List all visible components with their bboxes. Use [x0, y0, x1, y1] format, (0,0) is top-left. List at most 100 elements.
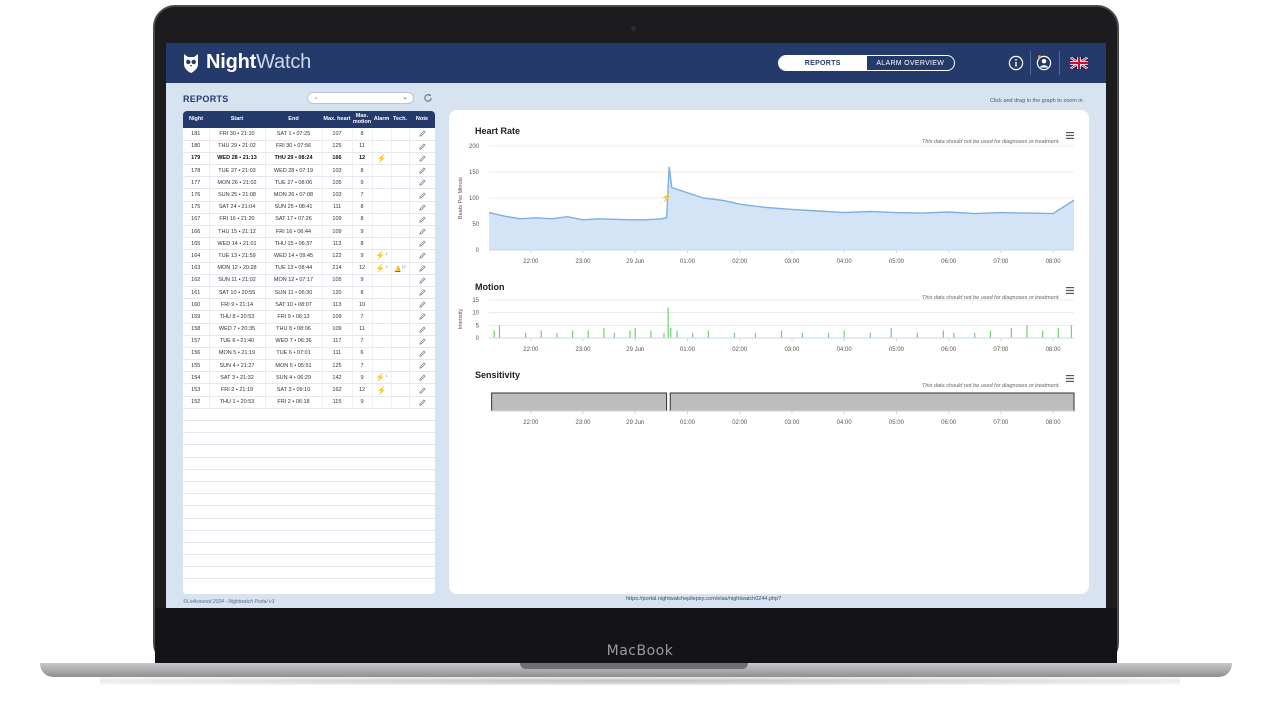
- note-cell[interactable]: [409, 249, 435, 263]
- edit-note-icon[interactable]: [418, 179, 426, 186]
- note-cell[interactable]: [409, 323, 435, 336]
- edit-note-icon[interactable]: [418, 289, 426, 296]
- table-row[interactable]: 152 THU 1 • 20:53 FRI 2 • 06:18 115 9: [183, 396, 435, 409]
- table-row[interactable]: 166 THU 15 • 21:12 FRI 16 • 06:44 109 9: [183, 225, 435, 239]
- table-row[interactable]: 181 FRI 30 • 21:10 SAT 1 • 07:25 107 8: [183, 128, 435, 141]
- table-row[interactable]: 163 MON 12 • 20:28 TUE 13 • 08:44 214 12 ⚡2 🔔1…: [183, 262, 435, 275]
- table-row[interactable]: 160 FRI 9 • 21:14 SAT 10 • 08:07 113 10: [183, 298, 435, 312]
- edit-note-icon[interactable]: [418, 399, 426, 406]
- edit-note-icon[interactable]: [418, 252, 426, 260]
- table-row[interactable]: 179 WED 28 • 21:13 THU 29 • 08:24 166 12 ⚡: [183, 152, 435, 166]
- edit-note-icon[interactable]: [418, 167, 426, 174]
- note-cell[interactable]: [409, 213, 435, 227]
- empty-cell: [409, 481, 435, 495]
- note-cell[interactable]: [409, 201, 435, 214]
- note-cell[interactable]: [409, 274, 435, 287]
- app-logo[interactable]: NightWatch: [182, 51, 311, 74]
- note-cell[interactable]: [409, 152, 435, 166]
- edit-note-icon[interactable]: [418, 130, 426, 137]
- column-header[interactable]: Alarm: [372, 111, 391, 128]
- alarm-cell: ⚡1: [372, 371, 392, 385]
- edit-note-icon[interactable]: [418, 240, 426, 247]
- edit-note-icon[interactable]: [418, 326, 426, 333]
- start-cell: MON 26 • 21:02: [209, 176, 266, 190]
- note-cell[interactable]: [409, 286, 435, 300]
- edit-note-icon[interactable]: [418, 191, 426, 199]
- note-cell[interactable]: [409, 225, 435, 239]
- note-cell[interactable]: [409, 164, 435, 178]
- column-header[interactable]: End: [265, 111, 322, 128]
- table-row[interactable]: 154 SAT 3 • 21:32 SUN 4 • 06:29 142 9 ⚡1: [183, 371, 435, 385]
- max-motion-cell: 8: [352, 128, 373, 141]
- tab-alarm-overview[interactable]: ALARM OVERVIEW: [867, 56, 955, 70]
- edit-note-icon[interactable]: [418, 338, 426, 345]
- table-row[interactable]: 165 WED 14 • 21:01 THU 15 • 06:37 113 8: [183, 237, 435, 251]
- alarm-cell: [372, 201, 392, 214]
- table-row[interactable]: 156 MON 5 • 21:19 TUE 6 • 07:01 111 6: [183, 347, 435, 361]
- note-cell[interactable]: [409, 188, 435, 202]
- patient-select[interactable]: ⌄ ⌄: [307, 92, 414, 104]
- note-cell[interactable]: [409, 383, 435, 397]
- column-header[interactable]: Tech.: [391, 111, 409, 128]
- column-header[interactable]: Start: [209, 111, 265, 128]
- table-row[interactable]: 175 SAT 24 • 21:04 SUN 25 • 08:41 111 8: [183, 201, 435, 214]
- table-row[interactable]: 177 MON 26 • 21:02 TUE 27 • 08:06 105 9: [183, 176, 435, 190]
- edit-note-icon[interactable]: [418, 265, 426, 272]
- note-cell[interactable]: [409, 298, 435, 312]
- edit-note-icon[interactable]: [418, 143, 426, 150]
- note-cell[interactable]: [409, 176, 435, 190]
- table-row[interactable]: 164 TUE 13 • 21:59 WED 14 • 09:45 122 9 ⚡1: [183, 249, 435, 263]
- edit-note-icon[interactable]: [418, 155, 426, 162]
- table-row[interactable]: 158 WED 7 • 20:35 THU 8 • 08:06 109 11: [183, 323, 435, 336]
- empty-cell: [209, 481, 265, 495]
- tech-cell: [391, 176, 410, 190]
- table-body: 181 FRI 30 • 21:10 SAT 1 • 07:25 107 8 180 THU…: [183, 128, 435, 580]
- column-header[interactable]: Note: [409, 111, 435, 128]
- note-cell[interactable]: [409, 262, 435, 275]
- info-icon[interactable]: [1008, 55, 1024, 71]
- edit-note-icon[interactable]: [418, 386, 426, 394]
- column-header[interactable]: Night: [183, 111, 209, 128]
- table-row[interactable]: 157 TUE 6 • 21:40 WED 7 • 06:36 117 7: [183, 335, 435, 348]
- table-row[interactable]: 161 SAT 10 • 20:55 SUN 11 • 06:30 120 8: [183, 286, 435, 300]
- uk-flag-icon[interactable]: [1070, 57, 1088, 69]
- table-row[interactable]: 167 FRI 16 • 21:20 SAT 17 • 07:26 109 8: [183, 213, 435, 227]
- table-row[interactable]: 153 FRI 2 • 21:19 SAT 3 • 09:10 162 12 ⚡: [183, 383, 435, 397]
- table-row[interactable]: 155 SUN 4 • 21:27 MON 5 • 05:51 125 7: [183, 359, 435, 373]
- start-cell: THU 8 • 20:53: [209, 310, 266, 324]
- note-cell[interactable]: [409, 128, 435, 141]
- table-row[interactable]: 180 THU 29 • 21:02 FRI 30 • 07:56 125 11: [183, 140, 435, 153]
- note-cell[interactable]: [409, 359, 435, 373]
- edit-note-icon[interactable]: [418, 277, 426, 284]
- note-cell[interactable]: [409, 335, 435, 348]
- max-heart-cell: 142: [322, 371, 353, 385]
- table-row[interactable]: 176 SUN 25 • 21:08 MON 26 • 07:08 103 7: [183, 188, 435, 202]
- note-cell[interactable]: [409, 396, 435, 409]
- table-row[interactable]: 159 THU 8 • 20:53 FRI 9 • 06:13 109 7: [183, 310, 435, 324]
- edit-note-icon[interactable]: [418, 301, 426, 308]
- empty-cell: [352, 554, 372, 568]
- note-cell[interactable]: [409, 371, 435, 385]
- heart-rate-y-tick-label: 200: [469, 144, 480, 150]
- edit-note-icon[interactable]: [418, 313, 426, 321]
- refresh-icon[interactable]: [423, 93, 433, 103]
- edit-note-icon[interactable]: [418, 362, 426, 369]
- note-cell[interactable]: [409, 140, 435, 153]
- edit-note-icon[interactable]: [418, 350, 426, 357]
- edit-note-icon[interactable]: [418, 228, 426, 235]
- max-motion-cell: 9: [352, 176, 373, 190]
- edit-note-icon[interactable]: [418, 216, 426, 223]
- edit-note-icon[interactable]: [418, 204, 426, 211]
- note-cell[interactable]: [409, 237, 435, 251]
- column-header[interactable]: Max. motion: [352, 111, 372, 128]
- charts-svg[interactable]: 050100150200Beats Per Minute ⚡22:00 23:00 2…: [449, 110, 1089, 594]
- note-cell[interactable]: [409, 347, 435, 361]
- tab-reports[interactable]: REPORTS: [779, 56, 867, 70]
- user-icon[interactable]: [1036, 55, 1052, 71]
- table-row[interactable]: 178 TUE 27 • 21:03 WED 28 • 07:19 103 8: [183, 164, 435, 178]
- column-header[interactable]: Max. heart: [322, 111, 352, 128]
- note-cell[interactable]: [409, 310, 435, 324]
- table-row[interactable]: 162 SUN 11 • 21:02 MON 12 • 07:17 105 9: [183, 274, 435, 287]
- empty-cell: [183, 481, 209, 495]
- edit-note-icon[interactable]: [418, 374, 426, 381]
